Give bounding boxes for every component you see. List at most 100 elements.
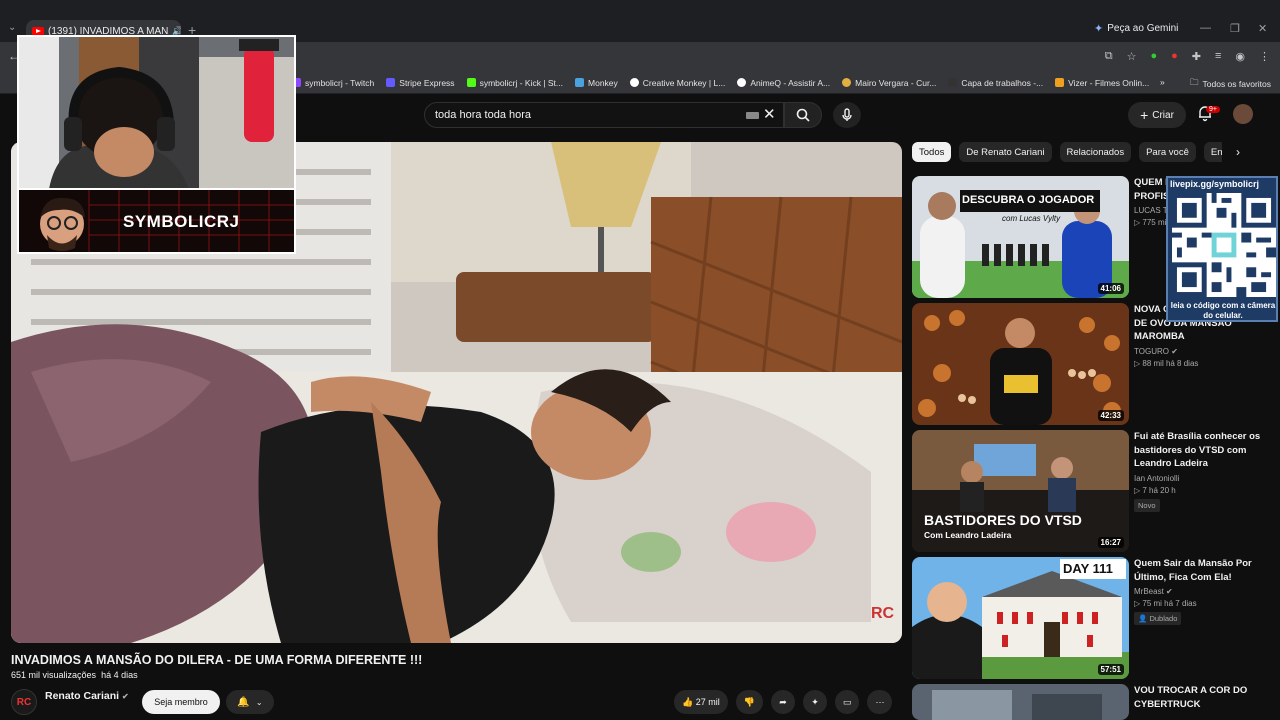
recommendation-item[interactable]: VOU TROCAR A COR DO CYBERTRUCK: [912, 684, 1268, 720]
recommendation-item[interactable]: DAY 111 57:51 Quem Sair da Mansão Por Úl…: [912, 557, 1268, 679]
maximize-button[interactable]: ❐: [1230, 22, 1240, 35]
thumbnail-image: [912, 303, 1129, 425]
search-button[interactable]: [784, 102, 822, 128]
join-button[interactable]: Seja membro: [142, 690, 220, 714]
bookmark-item[interactable]: Mairo Vergara - Cur...: [842, 78, 936, 88]
account-avatar[interactable]: [1233, 104, 1253, 124]
video-title: INVADIMOS A MANSÃO DO DILERA - DE UMA FO…: [11, 653, 423, 667]
bookmark-item[interactable]: Capa de trabalhos -...: [948, 78, 1043, 88]
new-badge: Novo: [1134, 498, 1160, 512]
all-favorites-label: Todos os favoritos: [1202, 79, 1272, 89]
video-duration: 42:33: [1097, 410, 1124, 421]
video-thumbnail[interactable]: DAY 111 57:51: [912, 557, 1129, 679]
bookmark-favicon-icon: [575, 78, 585, 87]
bookmark-item[interactable]: Monkey: [575, 78, 618, 88]
all-favorites[interactable]: 🗀 Todos os favoritos: [1190, 77, 1271, 91]
bookmark-label: Monkey: [588, 77, 618, 88]
close-window-button[interactable]: ✕: [1258, 22, 1267, 35]
minimize-button[interactable]: —: [1200, 22, 1211, 34]
recommendation-meta: ▷ 7 há 20 h: [1134, 485, 1176, 495]
chip-de-renato-cariani[interactable]: De Renato Cariani: [959, 142, 1052, 162]
video-thumbnail[interactable]: DESCUBRA O JOGADOR com Lucas Vylty 41:06: [912, 176, 1129, 298]
search-value: toda hora toda hora: [435, 109, 532, 121]
save-button[interactable]: ▭: [834, 690, 860, 714]
streamer-name-overlay: SYMBOLICRJ: [17, 188, 296, 254]
install-icon[interactable]: ⧉: [1105, 50, 1113, 63]
keyboard-icon[interactable]: [746, 112, 759, 119]
video-actions: 👍 27 mil 👎 ➦ ✦ ▭ ⋯: [674, 690, 893, 714]
thumbnail-text: DESCUBRA O JOGADOR: [962, 194, 1095, 206]
chip-para-voce[interactable]: Para você: [1139, 142, 1196, 162]
bell-icon: 🔔: [237, 696, 250, 708]
chip-relacionados[interactable]: Relacionados: [1059, 142, 1132, 162]
bookmark-item[interactable]: Stripe Express: [386, 77, 455, 88]
recommendation-info: Fui até Brasília conhecer os bastidores …: [1134, 430, 1264, 513]
bookmark-favicon-icon: [629, 78, 639, 87]
like-button[interactable]: 👍 27 mil: [674, 690, 728, 714]
search-input[interactable]: toda hora toda hora: [424, 102, 784, 128]
dubbed-badge: 👤 Dublado: [1134, 612, 1182, 625]
dubbed-label: Dublado: [1149, 614, 1178, 623]
bookmarks-more-icon[interactable]: »: [1160, 77, 1165, 87]
thanks-button[interactable]: ✦: [802, 690, 827, 714]
notification-badge: 9+: [1206, 106, 1220, 113]
dislike-button[interactable]: 👎: [735, 690, 763, 714]
plus-icon: +: [1140, 107, 1149, 123]
microphone-icon: [842, 108, 852, 121]
bookmark-item[interactable]: Vizer - Filmes Onlin...: [1055, 78, 1149, 88]
verified-icon: ✔: [1166, 587, 1173, 596]
gemini-label: Peça ao Gemini: [1107, 23, 1179, 34]
video-thumbnail[interactable]: [912, 684, 1129, 720]
search-icon: [796, 108, 810, 122]
bookmark-item[interactable]: Creative Monkey | L...: [629, 77, 726, 88]
create-button[interactable]: + Criar: [1128, 102, 1186, 128]
thumbs-down-icon: 👎: [743, 696, 755, 707]
folder-icon: 🗀: [1190, 77, 1199, 87]
extension-green-icon[interactable]: ●: [1150, 50, 1157, 63]
chip-todos[interactable]: Todos: [912, 142, 952, 162]
dubbed-icon: 👤: [1138, 614, 1148, 623]
video-thumbnail[interactable]: 42:33: [912, 303, 1129, 425]
bookmark-favicon-icon: [948, 78, 958, 87]
qr-caption: leia o código com a câmera do celular.: [1170, 301, 1276, 320]
bookmark-item[interactable]: AnimeQ - Assistir A...: [737, 78, 830, 88]
tab-search-icon[interactable]: ⌄: [8, 22, 16, 33]
bookmark-favicon-icon: [1055, 78, 1065, 87]
webcam-overlay: [17, 35, 296, 191]
voice-search-button[interactable]: [833, 102, 861, 128]
share-button[interactable]: ➦: [770, 690, 795, 714]
chevron-right-icon[interactable]: ›: [1236, 145, 1240, 159]
bookmark-star-icon[interactable]: ☆: [1127, 50, 1137, 63]
verified-icon: ✔: [1171, 346, 1178, 356]
channel-name-row[interactable]: Renato Cariani ✔: [45, 690, 129, 702]
video-thumbnail[interactable]: BASTIDORES DO VTSD Com Leandro Ladeira 1…: [912, 430, 1129, 552]
bookmark-item[interactable]: symbolicrj - Twitch: [292, 78, 374, 88]
recommendation-meta: ▷ 88 mil há 8 dias: [1134, 358, 1199, 368]
menu-icon[interactable]: ⋮: [1259, 50, 1270, 63]
more-actions-button[interactable]: ⋯: [867, 690, 893, 714]
profile-icon[interactable]: ◉: [1235, 50, 1245, 63]
recommendation-title: Fui até Brasília conhecer os bastidores …: [1134, 431, 1261, 469]
chip-enviados[interactable]: Envi: [1203, 142, 1222, 162]
channel-avatar[interactable]: RC: [11, 689, 37, 715]
recommendation-channel: TOGURO: [1134, 346, 1169, 356]
bookmark-label: symbolicrj - Kick | St...: [479, 77, 564, 88]
bookmark-label: Capa de trabalhos -...: [961, 77, 1044, 88]
clear-search-icon[interactable]: ✕: [763, 105, 776, 123]
thumbnail-subtext: Com Leandro Ladeira: [924, 530, 1012, 540]
bookmark-label: Creative Monkey | L...: [642, 77, 726, 88]
bookmark-label: Stripe Express: [399, 77, 455, 88]
media-icon[interactable]: ≡: [1215, 50, 1221, 63]
thumbnail-text: DAY 111: [1063, 561, 1113, 576]
thumbs-up-icon: 👍: [682, 696, 694, 707]
qr-title: livepix.gg/symbolicrj: [1170, 179, 1260, 189]
bookmark-item[interactable]: symbolicrj - Kick | St...: [466, 77, 564, 88]
toolbar-icons: ⧉ ☆ ● ● ✚ ≡ ◉ ⋮: [1105, 50, 1270, 63]
extensions-puzzle-icon[interactable]: ✚: [1192, 50, 1201, 63]
subscribe-bell-button[interactable]: 🔔 ⌄: [226, 690, 274, 714]
recommendation-item[interactable]: BASTIDORES DO VTSD Com Leandro Ladeira 1…: [912, 430, 1268, 552]
video-duration: 41:06: [1097, 283, 1124, 294]
extension-red-icon[interactable]: ●: [1171, 50, 1178, 63]
gemini-button[interactable]: ✦ Peça ao Gemini: [1094, 22, 1178, 35]
verified-icon: ✔: [122, 692, 129, 701]
